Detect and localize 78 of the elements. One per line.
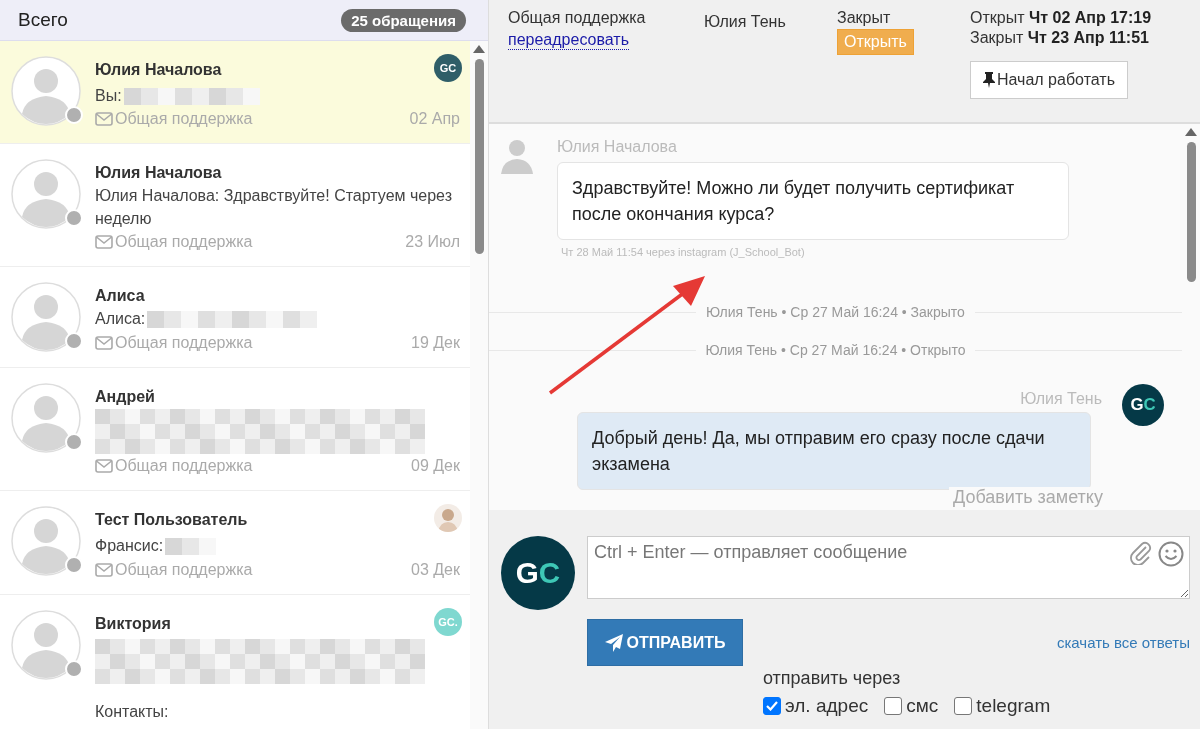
- reassign-link[interactable]: переадресовать: [508, 31, 629, 50]
- date-label: 23 Июл: [405, 233, 460, 252]
- send-icon: [604, 633, 623, 652]
- envelope-icon: [95, 459, 113, 474]
- checkbox[interactable]: [763, 697, 781, 715]
- checkbox[interactable]: [954, 697, 973, 715]
- closed-time: Закрыт Чт 23 Апр 11:51: [970, 29, 1149, 47]
- date-label: 09 Дек: [411, 457, 460, 476]
- scrollbar-thumb[interactable]: [474, 59, 484, 254]
- send-via-label: отправить через: [763, 668, 902, 689]
- channel-label: Общая поддержка: [115, 457, 253, 476]
- conversation-item[interactable]: Юлия Началова GC Вы: Общая поддержка 02 Апр: [0, 41, 470, 145]
- envelope-icon: [95, 335, 113, 350]
- contact-name: Юлия Началова: [95, 61, 222, 79]
- contact-name: Андрей: [95, 388, 155, 407]
- event-text: Юлия Тень • Ср 27 Май 16:24 • Закрыто: [706, 304, 965, 321]
- envelope-icon: [95, 235, 113, 250]
- avatar-icon: [11, 506, 81, 577]
- message-preview: Юлия Началова: Здравствуйте! Стартуем через неделю: [95, 186, 453, 229]
- message-preview: Алиса:: [95, 309, 146, 330]
- contact-name: Алиса: [95, 287, 145, 306]
- channel-label: Общая поддержка: [115, 233, 253, 252]
- contact-name: Тест Пользователь: [95, 511, 248, 530]
- assignee-name: Юлия Тень: [704, 13, 786, 31]
- channel-label: Общая поддержка: [115, 560, 253, 579]
- agent-logo: GC: [434, 54, 462, 82]
- message-preview: Контакты:: [95, 701, 169, 722]
- status-dot: [65, 556, 83, 575]
- checkbox-label: эл. адрес: [785, 695, 869, 717]
- message-input[interactable]: Ctrl + Enter — отправляет сообщение: [587, 536, 1190, 599]
- author-name: Юлия Тень: [1020, 390, 1102, 409]
- opened-time: Открыт Чт 02 Апр 17:19: [970, 9, 1152, 27]
- agent-logo: GC: [501, 536, 575, 610]
- paperclip-icon[interactable]: [1130, 541, 1152, 565]
- scroll-up-icon[interactable]: [473, 45, 485, 53]
- pin-icon: [983, 72, 995, 88]
- download-link[interactable]: скачать все ответы: [1056, 634, 1190, 651]
- checkbox-label: смс: [906, 695, 939, 717]
- status-dot: [65, 433, 83, 452]
- envelope-icon: [95, 562, 113, 577]
- agent-logo: GC: [1122, 384, 1164, 427]
- contact-name: Виктория: [95, 614, 171, 633]
- date-label: 03 Дек: [411, 560, 460, 579]
- avatar-icon: [11, 159, 81, 230]
- avatar-icon: [11, 609, 81, 680]
- envelope-icon: [95, 112, 113, 127]
- checkbox-label: telegram: [976, 695, 1051, 717]
- channel-label: Общая поддержка: [115, 110, 253, 129]
- message-preview: Франсис:: [95, 536, 164, 557]
- checkbox[interactable]: [884, 697, 903, 715]
- avatar-icon: [11, 282, 81, 353]
- avatar-icon: [501, 138, 533, 176]
- contact-name: Юлия Началова: [95, 164, 222, 183]
- redacted-text-drawing: [165, 537, 217, 555]
- message-preview: Вы:: [95, 86, 122, 106]
- status-dot: [65, 209, 83, 228]
- message-bubble: Здравствуйте! Можно ли будет получить сертификат после окончания курса?: [557, 162, 1069, 241]
- message-meta: Чт 28 Май 11:54 через instagram (J_School_Bot): [560, 246, 806, 259]
- count-badge: 25 обращения: [341, 8, 466, 32]
- date-label: 02 Апр: [409, 110, 460, 129]
- channel-label: Общая поддержка: [115, 333, 253, 352]
- scroll-up-icon[interactable]: [1185, 128, 1197, 136]
- start-work-button[interactable]: Начал работать: [970, 61, 1128, 99]
- avatar-icon: [11, 56, 81, 126]
- date-label: 19 Дек: [411, 333, 460, 352]
- send-button[interactable]: ОТПРАВИТЬ: [587, 619, 743, 666]
- queue-name: Общая поддержка: [508, 9, 646, 27]
- scrollbar-thumb[interactable]: [1186, 142, 1196, 282]
- agent-avatar: [434, 504, 462, 533]
- ticket-status: Закрыт: [837, 9, 891, 27]
- status-dot: [65, 332, 83, 351]
- emoji-icon[interactable]: [1158, 541, 1184, 567]
- avatar-icon: [11, 383, 81, 454]
- status-dot: [65, 106, 83, 124]
- author-name: Юлия Началова: [557, 138, 678, 156]
- event-text: Юлия Тень • Ср 27 Май 16:24 • Открыто: [705, 342, 966, 359]
- agent-logo: GC.: [434, 607, 462, 636]
- list-title: Всего: [18, 9, 68, 31]
